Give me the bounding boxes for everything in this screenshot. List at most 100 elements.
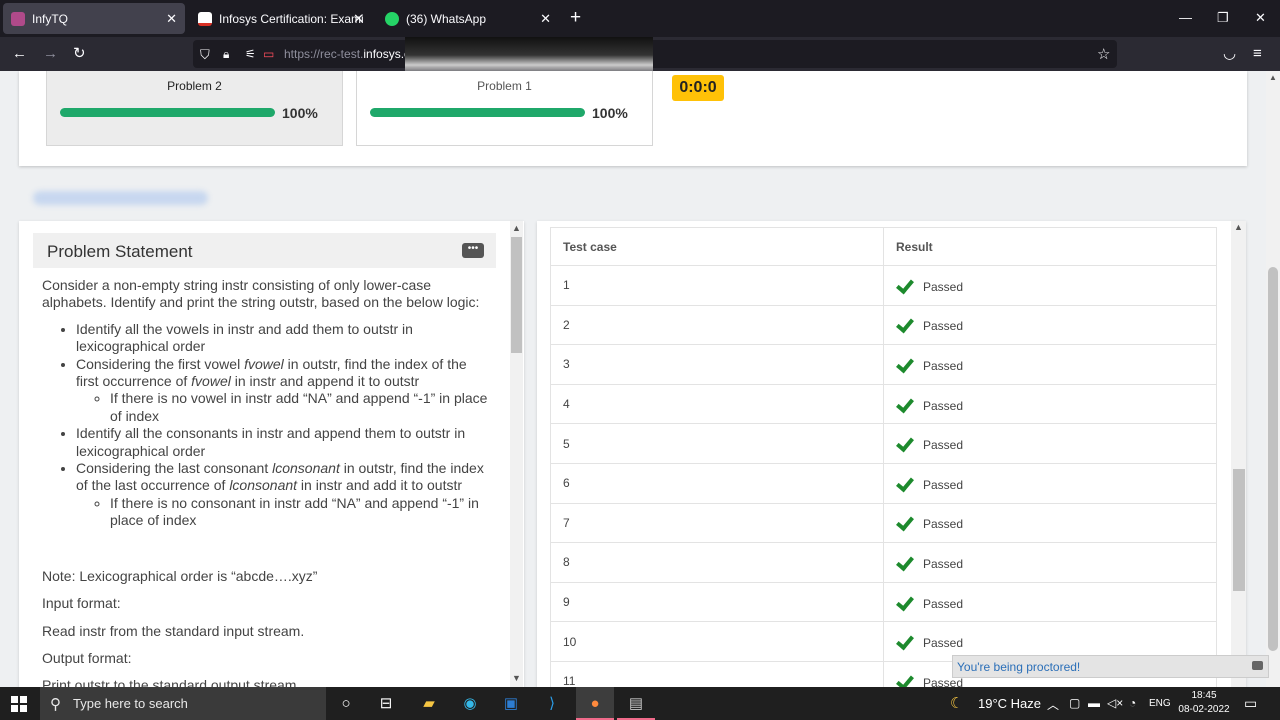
progress-percent: 100% xyxy=(592,105,628,121)
close-icon[interactable]: ✕ xyxy=(353,11,364,27)
store-icon[interactable]: ▣ xyxy=(500,693,522,715)
close-icon[interactable]: ✕ xyxy=(540,11,551,27)
test-case-number: 8 xyxy=(550,542,884,583)
test-case-number: 6 xyxy=(550,462,884,504)
scrollbar-thumb[interactable] xyxy=(1233,469,1245,591)
chevron-up-icon[interactable]: ︿ xyxy=(1047,696,1059,713)
check-icon xyxy=(896,631,914,651)
check-icon xyxy=(896,354,914,374)
chat-icon[interactable]: ••• xyxy=(462,243,484,258)
result-label: Passed xyxy=(923,279,964,294)
check-icon xyxy=(896,513,914,532)
text: fvowel xyxy=(191,373,231,390)
problem-statement-header: Problem Statement ••• xyxy=(33,233,496,268)
test-case-number: 5 xyxy=(550,423,884,464)
tab-infosys-certification[interactable]: Infosys Certification: Examinatic ✕ xyxy=(190,3,372,34)
scroll-down-icon[interactable]: ▼ xyxy=(512,673,521,683)
scrollbar-thumb[interactable] xyxy=(1268,267,1278,651)
page-scrollbar[interactable]: ▲ xyxy=(1266,71,1280,687)
clock[interactable]: 18:45 08-02-2022 xyxy=(1172,689,1236,717)
test-case-number: 4 xyxy=(550,383,884,425)
table-header-row: Test case Result xyxy=(550,227,1217,266)
gmail-icon xyxy=(198,11,212,26)
new-tab-button[interactable]: + xyxy=(570,8,581,27)
cortana-icon[interactable]: ○ xyxy=(335,693,357,715)
table-row: 9 Passed xyxy=(550,581,1217,623)
forward-icon[interactable]: → xyxy=(43,45,58,62)
tab-title: Infosys Certification: Examinatic xyxy=(219,11,364,26)
taskbar-search[interactable]: ⚲ Type here to search xyxy=(40,687,326,720)
scrollbar-thumb[interactable] xyxy=(511,237,522,353)
progress-bar xyxy=(60,108,275,117)
input-format-label: Input format: xyxy=(42,595,121,612)
test-result-cell: Passed xyxy=(883,462,1217,504)
test-case-number: 9 xyxy=(550,581,884,623)
vscode-icon[interactable]: ⟩ xyxy=(541,693,563,715)
check-icon xyxy=(896,433,914,453)
infytq-icon xyxy=(11,11,25,26)
permissions-icon[interactable]: ⚟ xyxy=(245,46,256,63)
check-icon xyxy=(896,315,914,334)
restore-button[interactable]: ❐ xyxy=(1217,10,1229,26)
close-icon[interactable]: ✕ xyxy=(166,11,177,27)
results-scrollbar[interactable]: ▲ xyxy=(1231,221,1246,687)
windows-start-icon[interactable] xyxy=(11,696,27,712)
list-item: Identify all the vowels in instr and add… xyxy=(76,321,492,356)
table-row: 1 Passed xyxy=(550,265,1217,306)
test-case-number: 11 xyxy=(550,660,884,687)
test-case-number: 7 xyxy=(550,502,884,544)
edge-icon[interactable]: ◉ xyxy=(459,693,481,715)
scroll-up-icon[interactable]: ▲ xyxy=(512,223,521,233)
text: fvowel xyxy=(244,355,284,372)
task-view-icon[interactable]: ⊟ xyxy=(375,693,397,715)
reload-icon[interactable]: ↻ xyxy=(73,45,86,62)
windows-taskbar: ⚲ Type here to search ○ ⊟ ▰ ◉ ▣ ⟩ ● ▤ ☾ … xyxy=(0,687,1280,720)
minimize-button[interactable]: — xyxy=(1179,10,1192,25)
clock-time: 18:45 xyxy=(1191,690,1217,701)
bookmark-star-icon[interactable]: ☆ xyxy=(1097,46,1110,63)
weather-text[interactable]: 19°C Haze xyxy=(978,696,1041,711)
check-icon xyxy=(896,473,914,493)
result-label: Passed xyxy=(923,556,964,571)
scroll-up-icon[interactable]: ▲ xyxy=(1234,222,1243,232)
test-case-number: 2 xyxy=(550,304,884,346)
table-row: 4 Passed xyxy=(550,383,1217,425)
table-row: 5 Passed xyxy=(550,423,1217,464)
list-subitem: If there is no vowel in instr add “NA” a… xyxy=(110,390,492,425)
lock-icon[interactable]: 🔒︎ xyxy=(223,46,229,63)
table-row: 6 Passed xyxy=(550,462,1217,504)
camera-sharing-icon[interactable]: ▭ xyxy=(263,46,274,63)
language-indicator[interactable]: ENG xyxy=(1149,698,1171,709)
chat-icon[interactable] xyxy=(1252,661,1263,670)
tab-infytq[interactable]: InfyTQ ✕ xyxy=(3,3,185,34)
problem-statement-title: Problem Statement xyxy=(47,242,193,261)
check-icon xyxy=(896,552,914,572)
weather-icon[interactable]: ☾ xyxy=(950,694,963,712)
close-window-button[interactable]: ✕ xyxy=(1255,10,1266,26)
pocket-icon[interactable]: ◡ xyxy=(1223,45,1236,62)
shield-icon[interactable]: ⛉ xyxy=(200,46,210,63)
problem-1-card[interactable]: Problem 1 100% xyxy=(356,71,653,146)
menu-icon[interactable]: ≡ xyxy=(1253,45,1262,62)
wifi-icon[interactable]: ◔ xyxy=(1129,696,1136,710)
tab-whatsapp[interactable]: (36) WhatsApp ✕ xyxy=(377,3,559,34)
volume-icon[interactable]: ◁× xyxy=(1107,696,1123,710)
test-result-cell: Passed xyxy=(883,581,1217,623)
file-explorer-icon[interactable]: ▰ xyxy=(418,693,440,715)
problem-2-card[interactable]: Problem 2 100% xyxy=(46,71,343,146)
firefox-icon[interactable]: ● xyxy=(584,693,606,715)
statement-scrollbar[interactable]: ▲ ▼ xyxy=(510,221,523,687)
problem-statement-body: Consider a non-empty string instr consis… xyxy=(42,277,492,687)
check-icon xyxy=(896,592,914,611)
address-bar[interactable]: ⛉ 🔒︎ ⚟ ▭ https://rec-test.infosys.c ☆ xyxy=(193,40,1117,68)
test-result-cell: Passed xyxy=(883,344,1217,385)
battery-icon[interactable]: ▬ xyxy=(1088,696,1100,710)
back-icon[interactable]: ← xyxy=(12,45,27,62)
result-label: Passed xyxy=(923,636,964,651)
result-label: Passed xyxy=(923,596,964,611)
meet-icon[interactable]: ▢ xyxy=(1069,696,1080,710)
text: lconsonant xyxy=(272,460,340,477)
notifications-icon[interactable]: ▭ xyxy=(1244,695,1257,712)
scroll-up-icon[interactable]: ▲ xyxy=(1269,73,1277,82)
app-icon[interactable]: ▤ xyxy=(625,693,647,715)
